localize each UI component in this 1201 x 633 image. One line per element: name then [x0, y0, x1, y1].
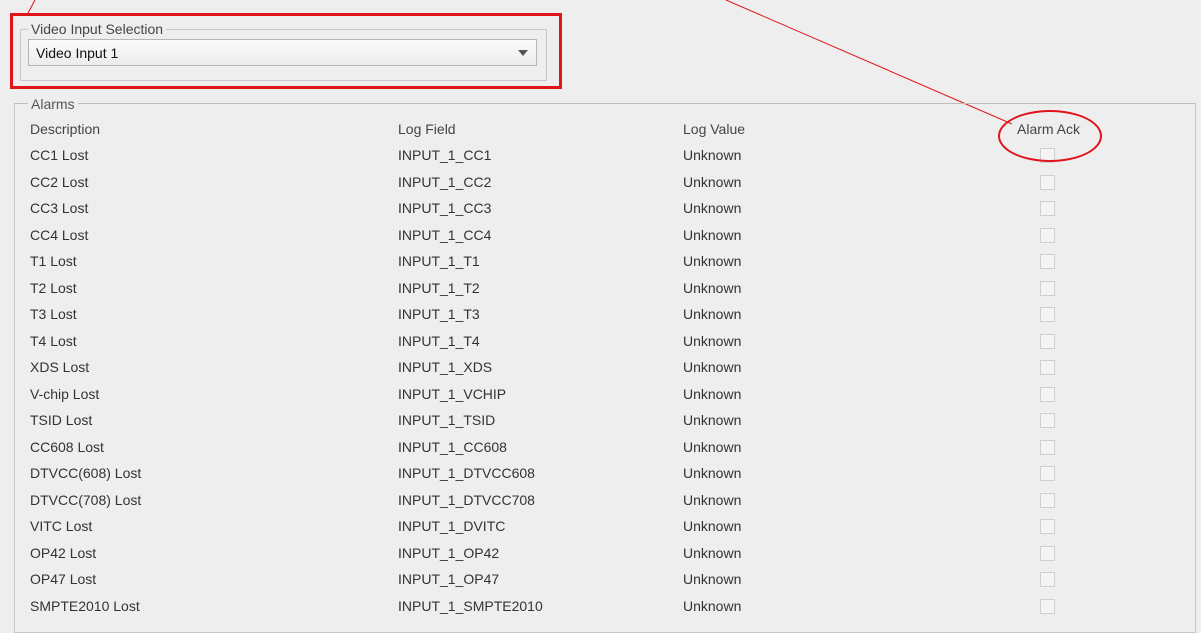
log-field: INPUT_1_CC4 — [398, 226, 492, 243]
alarm-ack-checkbox[interactable] — [1040, 280, 1055, 296]
table-row: DTVCC(708) Lost INPUT_1_DTVCC708 Unknown — [0, 487, 1201, 513]
log-value: Unknown — [683, 200, 742, 216]
log-field: INPUT_1_T3 — [398, 306, 480, 322]
table-row: T3 Lost INPUT_1_T3 Unknown — [0, 301, 1201, 327]
table-row: CC2 Lost INPUT_1_CC2 Unknown — [0, 169, 1201, 195]
log-value: Unknown — [683, 279, 742, 296]
alarm-description: DTVCC(608) Lost — [30, 465, 142, 481]
alarm-ack-checkbox[interactable] — [1040, 466, 1055, 481]
log-value: Unknown — [683, 518, 742, 534]
alarm-ack-checkbox[interactable] — [1040, 174, 1055, 190]
log-value: Unknown — [683, 147, 742, 163]
column-header-log-value: Log Value — [683, 121, 746, 137]
log-field: INPUT_1_CC3 — [398, 200, 492, 216]
alarm-ack-checkbox[interactable] — [1040, 492, 1055, 508]
alarm-ack-checkbox[interactable] — [1040, 519, 1055, 534]
table-row: XDS Lost INPUT_1_XDS Unknown — [0, 354, 1201, 380]
log-field: INPUT_1_DTVCC608 — [398, 465, 535, 481]
table-row: OP47 Lost INPUT_1_OP47 Unknown — [0, 566, 1201, 592]
table-row: CC3 Lost INPUT_1_CC3 Unknown — [0, 195, 1201, 221]
table-row: VITC Lost INPUT_1_DVITC Unknown — [0, 513, 1201, 539]
alarm-description: SMPTE2010 Lost — [30, 597, 140, 614]
table-row: T1 Lost INPUT_1_T1 Unknown — [0, 248, 1201, 274]
log-field: INPUT_1_T1 — [398, 253, 480, 269]
log-field: INPUT_1_XDS — [398, 359, 493, 375]
log-value: Unknown — [683, 438, 742, 455]
alarm-description: CC1 Lost — [30, 147, 89, 163]
log-value: Unknown — [683, 226, 742, 243]
log-field: INPUT_1_TSID — [398, 412, 496, 428]
alarm-ack-checkbox[interactable] — [1040, 439, 1055, 455]
column-header-description: Description — [30, 121, 101, 137]
log-field: INPUT_1_OP42 — [398, 544, 500, 561]
alarm-description: T4 Lost — [30, 332, 77, 349]
callout-line-video-input — [27, 0, 36, 14]
alarm-ack-checkbox[interactable] — [1040, 360, 1055, 375]
alarm-description: T3 Lost — [30, 306, 77, 322]
alarm-ack-checkbox[interactable] — [1040, 413, 1055, 428]
alarm-description: T1 Lost — [30, 253, 77, 269]
table-row: V-chip Lost INPUT_1_VCHIP Unknown — [0, 381, 1201, 407]
log-field: INPUT_1_CC1 — [398, 147, 492, 163]
table-row: OP42 Lost INPUT_1_OP42 Unknown — [0, 540, 1201, 566]
log-value: Unknown — [683, 332, 742, 349]
table-row: T2 Lost INPUT_1_T2 Unknown — [0, 275, 1201, 301]
alarm-description: CC2 Lost — [30, 173, 89, 190]
alarm-description: CC608 Lost — [30, 438, 104, 455]
table-row: SMPTE2010 Lost INPUT_1_SMPTE2010 Unknown — [0, 593, 1201, 619]
alarm-ack-checkbox[interactable] — [1040, 227, 1055, 243]
alarm-ack-checkbox[interactable] — [1040, 598, 1055, 614]
alarm-description: T2 Lost — [30, 279, 77, 296]
alarm-description: CC4 Lost — [30, 226, 89, 243]
column-header-log-field: Log Field — [398, 121, 456, 137]
alarm-description: CC3 Lost — [30, 200, 89, 216]
table-row: TSID Lost INPUT_1_TSID Unknown — [0, 407, 1201, 433]
alarm-ack-checkbox[interactable] — [1040, 307, 1055, 322]
log-value: Unknown — [683, 544, 742, 561]
alarm-description: VITC Lost — [30, 518, 93, 534]
log-field: INPUT_1_CC2 — [398, 173, 492, 190]
alarm-ack-checkbox[interactable] — [1040, 333, 1055, 349]
alarm-ack-checkbox[interactable] — [1040, 572, 1055, 587]
log-value: Unknown — [683, 253, 742, 269]
alarm-description: TSID Lost — [30, 412, 93, 428]
alarm-description: OP42 Lost — [30, 544, 97, 561]
log-field: INPUT_1_VCHIP — [398, 385, 507, 402]
alarm-description: V-chip Lost — [30, 385, 100, 402]
alarm-description: DTVCC(708) Lost — [30, 491, 142, 508]
log-value: Unknown — [683, 306, 742, 322]
log-value: Unknown — [683, 173, 742, 190]
log-field: INPUT_1_T2 — [398, 279, 480, 296]
log-field: INPUT_1_T4 — [398, 332, 480, 349]
log-field: INPUT_1_DTVCC708 — [398, 491, 535, 508]
alarm-ack-highlight-ellipse — [998, 110, 1102, 162]
log-field: INPUT_1_OP47 — [398, 571, 500, 587]
alarm-description: XDS Lost — [30, 359, 90, 375]
table-row: CC4 Lost INPUT_1_CC4 Unknown — [0, 222, 1201, 248]
alarm-ack-checkbox[interactable] — [1040, 386, 1055, 402]
video-input-highlight-box — [10, 13, 562, 89]
alarm-ack-checkbox[interactable] — [1040, 545, 1055, 561]
table-row: CC608 Lost INPUT_1_CC608 Unknown — [0, 434, 1201, 460]
log-value: Unknown — [683, 359, 742, 375]
log-field: INPUT_1_CC608 — [398, 438, 507, 455]
alarm-ack-checkbox[interactable] — [1040, 201, 1055, 216]
table-row: DTVCC(608) Lost INPUT_1_DTVCC608 Unknown — [0, 460, 1201, 486]
log-value: Unknown — [683, 385, 742, 402]
log-field: INPUT_1_DVITC — [398, 518, 506, 534]
alarm-ack-checkbox[interactable] — [1040, 254, 1055, 269]
alarms-group-label: Alarms — [28, 96, 78, 112]
log-field: INPUT_1_SMPTE2010 — [398, 597, 543, 614]
log-value: Unknown — [683, 465, 742, 481]
log-value: Unknown — [683, 571, 742, 587]
log-value: Unknown — [683, 597, 742, 614]
log-value: Unknown — [683, 412, 742, 428]
log-value: Unknown — [683, 491, 742, 508]
alarm-description: OP47 Lost — [30, 571, 97, 587]
table-row: T4 Lost INPUT_1_T4 Unknown — [0, 328, 1201, 354]
